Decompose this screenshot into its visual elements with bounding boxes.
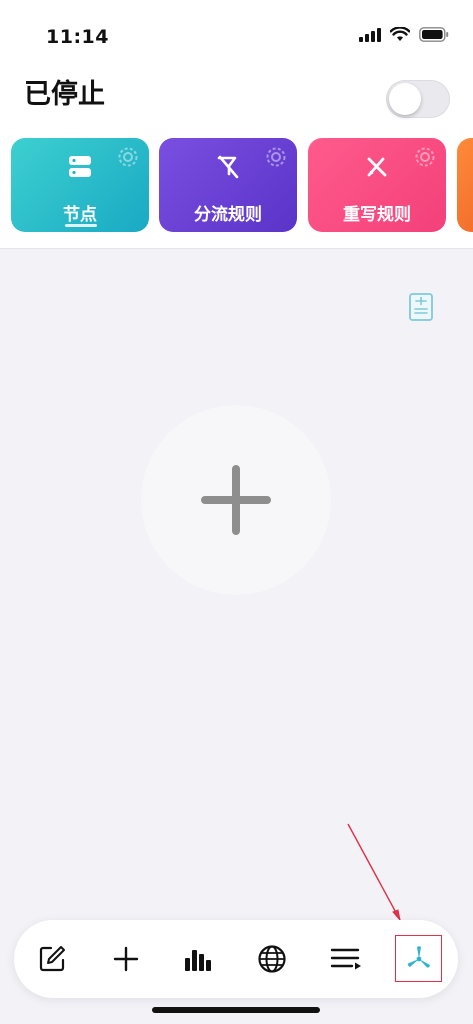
card-rewrite-rules[interactable]: 重写规则 [308,138,446,232]
app-screen: 11:14 已停止 节点 分流规则 重写规则 [0,0,473,1024]
bar-chart-icon [185,950,211,971]
category-cards: 节点 分流规则 重写规则 [0,138,473,234]
card-label: 节点 [63,205,97,225]
card-nodes[interactable]: 节点 [11,138,149,232]
tab-list[interactable] [326,939,366,979]
tab-stats[interactable] [179,939,219,979]
tab-add[interactable] [106,939,146,979]
globe-icon [258,945,286,973]
card-label: 重写规则 [343,205,411,225]
plus-icon [113,946,139,972]
tab-edit[interactable] [32,939,72,979]
split-routing-icon [217,155,239,179]
rewrite-pencil-icon [367,157,387,177]
edit-icon [39,946,65,972]
card-more[interactable] [457,138,473,232]
add-node-button[interactable] [141,405,331,595]
status-icons [359,27,449,42]
status-bar: 11:14 [0,0,473,62]
card-label: 分流规则 [194,205,262,225]
bottom-tab-bar [14,920,458,998]
card-routing-rules[interactable]: 分流规则 [159,138,297,232]
status-time: 11:14 [46,26,109,48]
list-icon [330,948,361,970]
wifi-icon [390,27,410,41]
home-indicator [152,1007,320,1013]
plus-icon [201,465,271,535]
header: 已停止 节点 分流规则 重写规则 [0,62,473,249]
gear-icon[interactable] [414,146,436,168]
cellular-signal-icon [359,27,381,42]
battery-icon [419,27,449,42]
vpn-toggle[interactable] [386,80,450,118]
annotation-arrow [347,823,401,922]
gear-icon[interactable] [265,146,287,168]
page-title: 已停止 [24,79,105,110]
document-icon[interactable] [408,292,434,322]
server-icon [69,156,91,177]
toggle-knob [389,83,421,115]
tab-web[interactable] [252,939,292,979]
tab-highlight-box [395,935,442,982]
active-indicator [65,224,97,227]
gear-icon[interactable] [117,146,139,168]
